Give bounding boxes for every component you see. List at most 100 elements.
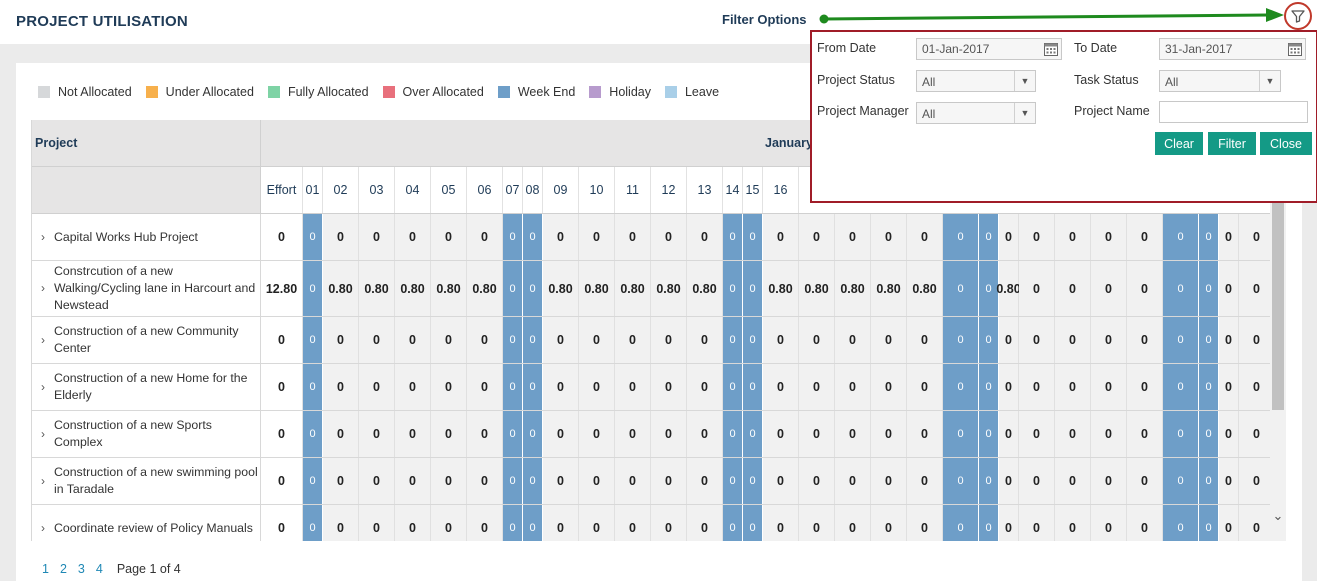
day-column-header: 15: [743, 167, 763, 213]
allocation-cell: 0: [799, 317, 835, 363]
legend-label: Not Allocated: [58, 85, 132, 99]
allocation-cell: 0: [1127, 214, 1163, 260]
close-button[interactable]: Close: [1260, 132, 1312, 155]
allocation-cell: 0: [1019, 364, 1055, 410]
allocation-cell: 0: [999, 364, 1019, 410]
allocation-cell: 0: [1091, 364, 1127, 410]
project-name: Construction of a new Sports Complex: [54, 418, 212, 449]
weekend-cell: 0: [1163, 364, 1199, 410]
allocation-cell: 0: [615, 364, 651, 410]
chevron-down-icon: ▼: [1014, 103, 1035, 123]
clear-button[interactable]: Clear: [1155, 132, 1203, 155]
allocation-cell: 0: [467, 214, 503, 260]
day-column-header: 05: [431, 167, 467, 213]
allocation-cell: 0: [835, 505, 871, 541]
legend-item-leave: Leave: [664, 85, 719, 99]
chevron-right-icon[interactable]: ›: [32, 426, 54, 443]
project-cell[interactable]: › Construction of a new Sports Complex: [32, 411, 261, 457]
task-status-value: All: [1165, 75, 1179, 89]
project-cell[interactable]: › Construction of a new Home for the Elde…: [32, 364, 261, 410]
project-cell[interactable]: › Construction of a new Community Center: [32, 317, 261, 363]
chevron-right-icon[interactable]: ›: [32, 379, 54, 396]
allocation-cell: 0: [835, 317, 871, 363]
allocation-cell: 0: [467, 411, 503, 457]
allocation-cell: 0: [395, 411, 431, 457]
allocation-cell: 0: [615, 317, 651, 363]
task-status-select[interactable]: All ▼: [1159, 70, 1281, 92]
allocation-cell: 0: [579, 214, 615, 260]
project-cell[interactable]: › Construction of a new swimming pool in …: [32, 458, 261, 504]
allocation-cell: 0: [1019, 458, 1055, 504]
allocation-cell: 0: [1239, 458, 1270, 504]
effort-cell: 0: [261, 214, 303, 260]
project-manager-select[interactable]: All ▼: [916, 102, 1036, 124]
allocation-cell: 0: [763, 411, 799, 457]
allocation-cell: 0: [579, 505, 615, 541]
allocation-cell: 0: [1019, 411, 1055, 457]
chevron-right-icon[interactable]: ›: [32, 229, 54, 246]
allocation-cell: 0: [1091, 317, 1127, 363]
weekend-cell: 0: [1163, 411, 1199, 457]
project-column-header[interactable]: Project: [32, 120, 261, 167]
allocation-cell: 0: [395, 458, 431, 504]
weekend-cell: 0: [1199, 458, 1219, 504]
allocation-cell: 0: [1055, 364, 1091, 410]
allocation-cell: 0: [1127, 505, 1163, 541]
weekend-cell: 0: [723, 411, 743, 457]
allocation-cell: 0: [323, 411, 359, 457]
weekend-cell: 0: [503, 458, 523, 504]
weekend-cell: 0: [523, 458, 543, 504]
chevron-right-icon[interactable]: ›: [32, 473, 54, 490]
page-link-4[interactable]: 4: [96, 562, 103, 576]
allocation-cell: 0: [395, 505, 431, 541]
project-status-label: Project Status: [817, 73, 895, 87]
weekend-cell: 0: [723, 261, 743, 316]
chevron-right-icon[interactable]: ›: [32, 520, 54, 537]
allocation-cell: 0: [1055, 214, 1091, 260]
weekend-cell: 0: [523, 364, 543, 410]
page-link-3[interactable]: 3: [78, 562, 85, 576]
chevron-right-icon[interactable]: ›: [32, 332, 54, 349]
allocation-cell: 0: [907, 458, 943, 504]
project-cell[interactable]: › Coordinate review of Policy Manuals: [32, 505, 261, 541]
from-date-value: 01-Jan-2017: [922, 42, 990, 56]
to-date-label: To Date: [1074, 41, 1118, 55]
page-link-2[interactable]: 2: [60, 562, 67, 576]
to-date-input[interactable]: 31-Jan-2017: [1159, 38, 1306, 60]
day-column-header: 08: [523, 167, 543, 213]
project-cell[interactable]: › Constrcution of a new Walking/Cycling l…: [32, 261, 261, 316]
allocation-cell: 0: [359, 214, 395, 260]
chevron-down-icon[interactable]: ⌄: [1270, 508, 1286, 526]
allocation-cell: 0.80: [907, 261, 943, 316]
allocation-cell: 0: [579, 411, 615, 457]
page-link-1[interactable]: 1: [42, 562, 49, 576]
table-row: › Construction of a new Community Center 0…: [32, 317, 1270, 364]
weekend-cell: 0: [1199, 317, 1219, 363]
weekend-cell: 0: [303, 458, 323, 504]
allocation-cell: 0: [999, 317, 1019, 363]
calendar-icon[interactable]: [1043, 41, 1059, 57]
allocation-cell: 0: [687, 411, 723, 457]
allocation-cell: 0: [1127, 458, 1163, 504]
day-column-header: 04: [395, 167, 431, 213]
allocation-cell: 0: [687, 214, 723, 260]
weekend-cell: 0: [943, 317, 979, 363]
allocation-cell: 0: [1219, 505, 1239, 541]
calendar-icon[interactable]: [1287, 41, 1303, 57]
filter-button[interactable]: Filter: [1208, 132, 1256, 155]
weekend-cell: 0: [1199, 505, 1219, 541]
project-cell[interactable]: › Capital Works Hub Project: [32, 214, 261, 260]
project-name: Constrcution of a new Walking/Cycling la…: [54, 264, 256, 312]
effort-cell: 0: [261, 458, 303, 504]
allocation-cell: 0: [1019, 317, 1055, 363]
allocation-cell: 0: [1055, 411, 1091, 457]
filter-toggle-button[interactable]: [1284, 2, 1312, 30]
allocation-cell: 0: [999, 458, 1019, 504]
weekend-cell: 0: [503, 261, 523, 316]
weekend-cell: 0: [523, 261, 543, 316]
table-row: › Capital Works Hub Project 0 0 0 0 0 0 0 0 0 0 0 0 0 0…: [32, 214, 1270, 261]
from-date-input[interactable]: 01-Jan-2017: [916, 38, 1062, 60]
project-status-select[interactable]: All ▼: [916, 70, 1036, 92]
chevron-right-icon[interactable]: ›: [32, 280, 54, 297]
project-name-input[interactable]: [1159, 101, 1308, 123]
